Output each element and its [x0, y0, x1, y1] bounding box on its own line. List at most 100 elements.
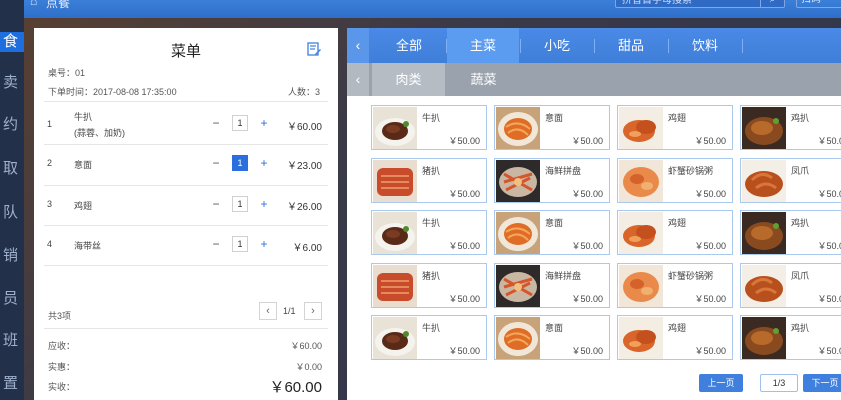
order-next-page-button[interactable]: ›: [304, 302, 322, 320]
nav-item-reservation[interactable]: 约: [0, 115, 24, 135]
order-prev-page-button[interactable]: ‹: [259, 302, 277, 320]
dish-name: 猪扒: [422, 166, 441, 176]
discount-label: 实惠：: [48, 362, 76, 372]
nav-item-settings[interactable]: 置: [0, 374, 24, 394]
dish-name: 鸡扒: [791, 218, 810, 228]
dish-price: ￥50.00: [694, 189, 726, 199]
paid-value: ￥60.00: [269, 379, 322, 396]
subcategory-back-button[interactable]: ‹: [347, 63, 369, 96]
nav-item-queue[interactable]: 队: [0, 203, 24, 223]
dish-card[interactable]: 鸡扒 ￥50.00: [740, 315, 841, 360]
dish-card[interactable]: 虾蟹砂锅粥 ￥50.00: [617, 263, 733, 308]
dish-image: [496, 160, 540, 202]
tab-snacks[interactable]: 小吃: [521, 28, 593, 63]
dish-price: ￥50.00: [817, 189, 841, 199]
tab-all[interactable]: 全部: [373, 28, 445, 63]
dish-image: [742, 160, 786, 202]
divider: [44, 225, 328, 226]
due-value: ￥60.00: [290, 341, 322, 351]
subcategory-bar: ‹ 肉类 蔬菜: [347, 63, 841, 96]
nav-item-member[interactable]: 员: [0, 289, 24, 309]
decrease-qty-button[interactable]: −: [209, 197, 223, 211]
dish-name: 鸡翅: [668, 218, 687, 228]
qty-field[interactable]: 1: [232, 155, 248, 171]
edit-note-icon[interactable]: [307, 42, 321, 56]
tab-vegetables[interactable]: 蔬菜: [447, 63, 520, 96]
nav-item-shift[interactable]: 班: [0, 331, 24, 351]
dish-card[interactable]: 海鲜拼盘 ￥50.00: [494, 263, 610, 308]
item-name: 鸡翅: [74, 201, 93, 211]
item-price: ￥23.00: [286, 161, 322, 172]
app-logo-icon: ⌂: [30, 0, 38, 8]
dish-card[interactable]: 海鲜拼盘 ￥50.00: [494, 158, 610, 203]
dish-card[interactable]: 鸡扒 ￥50.00: [740, 210, 841, 255]
dish-price: ￥50.00: [448, 136, 480, 146]
tab-main-dishes[interactable]: 主菜: [447, 28, 519, 63]
nav-item-takeout[interactable]: 卖: [0, 73, 24, 93]
nav-item-marketing[interactable]: 销: [0, 246, 24, 266]
dish-image: [373, 265, 417, 307]
dish-card[interactable]: 意面 ￥50.00: [494, 105, 610, 150]
dish-image: [373, 317, 417, 359]
dish-card[interactable]: 鸡翅 ￥50.00: [617, 105, 733, 150]
decrease-qty-button[interactable]: −: [209, 237, 223, 251]
dish-price: ￥50.00: [571, 189, 603, 199]
decrease-qty-button[interactable]: −: [209, 116, 223, 130]
left-nav: 食 卖 约 取 队 销 员 班 置: [0, 0, 24, 400]
next-page-button[interactable]: 下一页: [803, 374, 841, 392]
dish-card[interactable]: 鸡翅 ￥50.00: [617, 210, 733, 255]
search-box[interactable]: ⌕: [615, 0, 785, 8]
dish-image: [496, 212, 540, 254]
divider: [44, 144, 328, 145]
dish-name: 海鲜拼盘: [545, 166, 582, 176]
dish-name: 意面: [545, 323, 564, 333]
nav-item-pickup[interactable]: 取: [0, 159, 24, 179]
decrease-qty-button[interactable]: −: [209, 156, 223, 170]
dish-image: [742, 265, 786, 307]
dish-card[interactable]: 虾蟹砂锅粥 ￥50.00: [617, 158, 733, 203]
dish-image: [742, 107, 786, 149]
dish-price: ￥50.00: [448, 346, 480, 356]
dish-card[interactable]: 牛扒 ￥50.00: [371, 105, 487, 150]
dish-name: 鸡扒: [791, 113, 810, 123]
dish-card[interactable]: 猪扒 ￥50.00: [371, 263, 487, 308]
dish-name: 凤爪: [791, 166, 810, 176]
prev-page-button[interactable]: 上一页: [699, 374, 743, 392]
dish-name: 猪扒: [422, 271, 441, 281]
category-back-button[interactable]: ‹: [347, 28, 369, 63]
dish-card[interactable]: 鸡扒 ￥50.00: [740, 105, 841, 150]
item-index: 2: [47, 158, 53, 168]
dish-image: [619, 317, 663, 359]
dish-name: 鸡翅: [668, 323, 687, 333]
search-icon[interactable]: ⌕: [760, 0, 784, 7]
dish-card[interactable]: 猪扒 ￥50.00: [371, 158, 487, 203]
app-title: 点餐: [46, 0, 71, 10]
item-price: ￥6.00: [292, 243, 322, 254]
dish-image: [619, 265, 663, 307]
scan-button[interactable]: 扫码: [796, 0, 841, 8]
dish-name: 海鲜拼盘: [545, 271, 582, 281]
tab-meat[interactable]: 肉类: [372, 63, 445, 96]
qty-field[interactable]: 1: [232, 196, 248, 212]
dish-card[interactable]: 凤爪 ￥50.00: [740, 158, 841, 203]
qty-field[interactable]: 1: [232, 236, 248, 252]
tab-desserts[interactable]: 甜品: [595, 28, 667, 63]
dish-card[interactable]: 意面 ￥50.00: [494, 210, 610, 255]
dish-name: 意面: [545, 113, 564, 123]
search-input[interactable]: [622, 0, 762, 7]
tab-drinks[interactable]: 饮料: [669, 28, 741, 63]
item-price: ￥26.00: [286, 202, 322, 213]
dish-image: [619, 212, 663, 254]
qty-field[interactable]: 1: [232, 115, 248, 131]
dish-card[interactable]: 牛扒 ￥50.00: [371, 210, 487, 255]
dish-card[interactable]: 牛扒 ￥50.00: [371, 315, 487, 360]
dish-card[interactable]: 鸡翅 ￥50.00: [617, 315, 733, 360]
discount-value: ￥0.00: [295, 362, 322, 372]
nav-item-order[interactable]: 食: [0, 32, 24, 52]
page-indicator: 1/3: [760, 374, 798, 392]
divider: [44, 185, 328, 186]
item-price: ￥60.00: [286, 122, 322, 133]
dish-card[interactable]: 意面 ￥50.00: [494, 315, 610, 360]
dish-card[interactable]: 凤爪 ￥50.00: [740, 263, 841, 308]
dish-price: ￥50.00: [571, 346, 603, 356]
